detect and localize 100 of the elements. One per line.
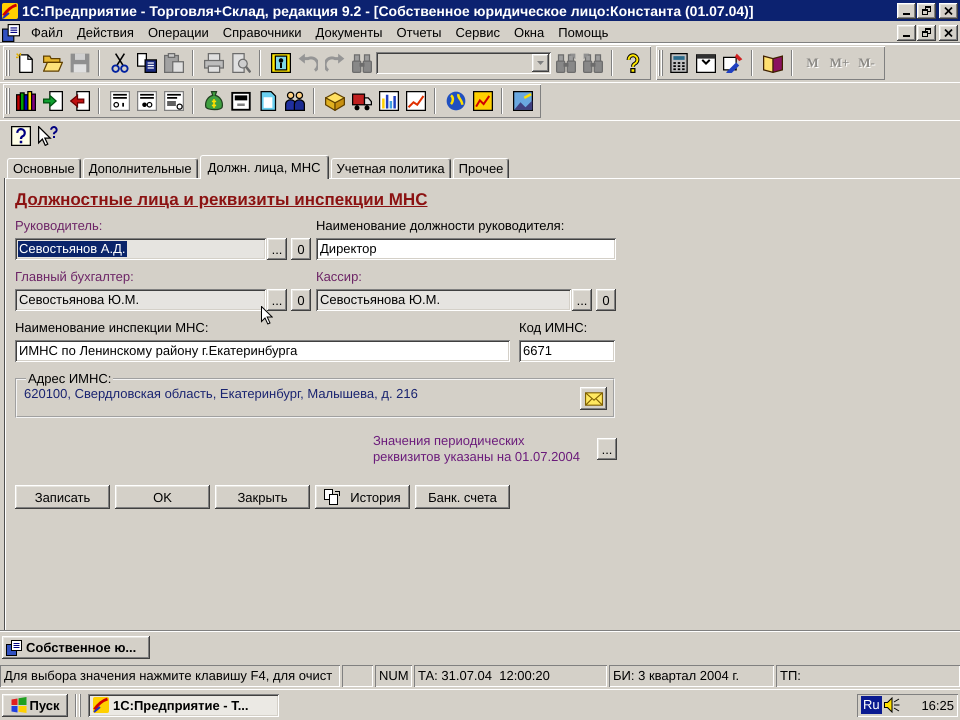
tab[interactable]: Должн. лица, МНС bbox=[200, 155, 329, 179]
cash-box-icon[interactable] bbox=[230, 91, 250, 111]
status-panel: БИ: 3 квартал 2004 г. bbox=[609, 664, 774, 686]
speaker-icon[interactable] bbox=[884, 697, 900, 713]
reference-field[interactable]: Севостьянова Ю.М. bbox=[316, 289, 571, 311]
picture-icon[interactable] bbox=[512, 91, 532, 111]
open-folder-icon[interactable] bbox=[42, 53, 62, 73]
select-button[interactable]: ... bbox=[267, 238, 287, 260]
status-panel bbox=[342, 664, 373, 686]
reference-field[interactable]: Севостьянова Ю.М. bbox=[15, 289, 266, 311]
select-button[interactable]: ... bbox=[267, 289, 287, 311]
clear-button[interactable]: 0 bbox=[291, 289, 311, 311]
menu-item[interactable]: Отчеты bbox=[390, 25, 448, 40]
address-text: 620100, Свердловская область, Екатеринбург, Малышева, д. 216 bbox=[24, 386, 418, 402]
page-icon[interactable] bbox=[258, 91, 278, 111]
form-icon[interactable] bbox=[110, 91, 130, 111]
grip-icon[interactable] bbox=[3, 88, 12, 114]
context-help-icon[interactable] bbox=[38, 126, 58, 146]
field-label: Наименование инспекции МНС: bbox=[15, 320, 208, 336]
field-label: Наименование должности руководителя: bbox=[316, 218, 564, 234]
catalog-icon[interactable] bbox=[270, 53, 290, 73]
envelope-icon bbox=[584, 390, 602, 408]
import-icon[interactable] bbox=[42, 91, 62, 111]
menu-item[interactable]: Операции bbox=[140, 25, 216, 40]
action-button[interactable]: Записать bbox=[15, 485, 110, 509]
calculator-icon[interactable] bbox=[668, 53, 688, 73]
language-indicator[interactable]: Ru bbox=[861, 696, 882, 714]
export-icon[interactable] bbox=[70, 91, 90, 111]
action-button[interactable]: История bbox=[315, 485, 410, 509]
grip-icon[interactable] bbox=[3, 50, 12, 76]
input-field[interactable]: ИМНС по Ленинскому району г.Екатеринбурга bbox=[15, 340, 510, 362]
minimize-button[interactable] bbox=[897, 24, 916, 40]
tab[interactable]: Дополнительные bbox=[82, 158, 198, 178]
window-title: 1С:Предприятие - Торговля+Склад, редакция 9.2 - [Собственное юридическое лицо:Константа (01.07.04)] bbox=[22, 2, 754, 18]
envelope-button[interactable] bbox=[580, 387, 607, 410]
menu-item[interactable]: Справочники bbox=[216, 25, 309, 40]
clear-button[interactable]: 0 bbox=[596, 289, 616, 311]
close-icon bbox=[944, 6, 953, 14]
calendar-icon[interactable] bbox=[696, 53, 716, 73]
app-logo-icon bbox=[93, 697, 109, 713]
menu-item[interactable]: Сервис bbox=[448, 25, 507, 40]
pencil-icon[interactable] bbox=[722, 53, 742, 73]
truck-icon[interactable] bbox=[352, 91, 372, 111]
action-button[interactable]: Банк. счета bbox=[415, 485, 510, 509]
books-icon[interactable] bbox=[16, 91, 36, 111]
copy-icon[interactable] bbox=[136, 53, 156, 73]
restore-button[interactable] bbox=[917, 24, 936, 40]
minimize-button[interactable] bbox=[897, 2, 916, 18]
grip-icon[interactable] bbox=[656, 50, 665, 76]
globe-icon[interactable] bbox=[446, 91, 466, 111]
windows-logo-icon bbox=[10, 697, 26, 713]
action-button[interactable]: OK bbox=[115, 485, 210, 509]
help-icon[interactable] bbox=[10, 126, 30, 146]
menu-item[interactable]: Окна bbox=[507, 25, 552, 40]
action-button[interactable]: Закрыть bbox=[215, 485, 310, 509]
book-icon[interactable] bbox=[762, 53, 782, 73]
minimize-icon bbox=[903, 12, 910, 14]
clock-text: 16:25 bbox=[921, 698, 954, 712]
restore-icon bbox=[922, 6, 931, 15]
field-label: Кассир: bbox=[316, 269, 362, 285]
minimize-icon bbox=[903, 34, 910, 36]
tab[interactable]: Прочее bbox=[452, 158, 510, 178]
box-icon[interactable] bbox=[324, 91, 344, 111]
field-label: Код ИМНС: bbox=[519, 320, 588, 336]
clear-button[interactable]: 0 bbox=[291, 238, 311, 260]
mouse-pointer-icon bbox=[261, 306, 273, 325]
group-label: Адрес ИМНС: bbox=[27, 371, 112, 387]
close-button[interactable] bbox=[939, 24, 958, 40]
form-icon[interactable] bbox=[164, 91, 184, 111]
report-icon[interactable] bbox=[472, 91, 492, 111]
menu-item[interactable]: Документы bbox=[308, 25, 390, 40]
form-icon[interactable] bbox=[136, 91, 156, 111]
bar-chart-icon[interactable] bbox=[378, 91, 398, 111]
tab[interactable]: Учетная политика bbox=[330, 158, 451, 178]
start-button[interactable]: Пуск bbox=[2, 694, 68, 716]
note-text: Значения периодических реквизитов указаны на 01.07.2004 bbox=[372, 433, 580, 465]
section-heading: Должностные лица и реквизиты инспекции МНС bbox=[15, 190, 428, 210]
window-button[interactable]: Собственное ю... bbox=[2, 636, 150, 659]
field-label: Главный бухгалтер: bbox=[15, 269, 134, 285]
money-bag-icon[interactable] bbox=[204, 91, 224, 111]
tab[interactable]: Основные bbox=[7, 158, 81, 178]
status-panel: ТП: bbox=[776, 664, 960, 686]
close-button[interactable] bbox=[939, 2, 958, 18]
documents-icon bbox=[324, 489, 340, 505]
taskbar-button[interactable]: 1С:Предприятие - Т... bbox=[88, 694, 279, 716]
menu-item[interactable]: Помощь bbox=[551, 25, 616, 40]
scissors-icon[interactable] bbox=[110, 53, 130, 73]
input-field[interactable]: 6671 bbox=[519, 340, 615, 362]
reference-field[interactable]: Севостьянов А.Д. bbox=[15, 238, 266, 260]
field-label: Руководитель: bbox=[15, 218, 102, 234]
menu-item[interactable]: Файл bbox=[24, 25, 70, 40]
select-button[interactable]: ... bbox=[572, 289, 592, 311]
line-chart-icon[interactable] bbox=[406, 91, 426, 111]
window-menu-icon[interactable] bbox=[2, 24, 20, 42]
new-document-icon[interactable] bbox=[16, 53, 36, 73]
input-field[interactable]: Директор bbox=[316, 238, 616, 260]
menu-item[interactable]: Действия bbox=[70, 25, 141, 40]
restore-button[interactable] bbox=[917, 2, 936, 18]
people-icon[interactable] bbox=[284, 91, 304, 111]
select-button[interactable]: ... bbox=[597, 438, 617, 460]
